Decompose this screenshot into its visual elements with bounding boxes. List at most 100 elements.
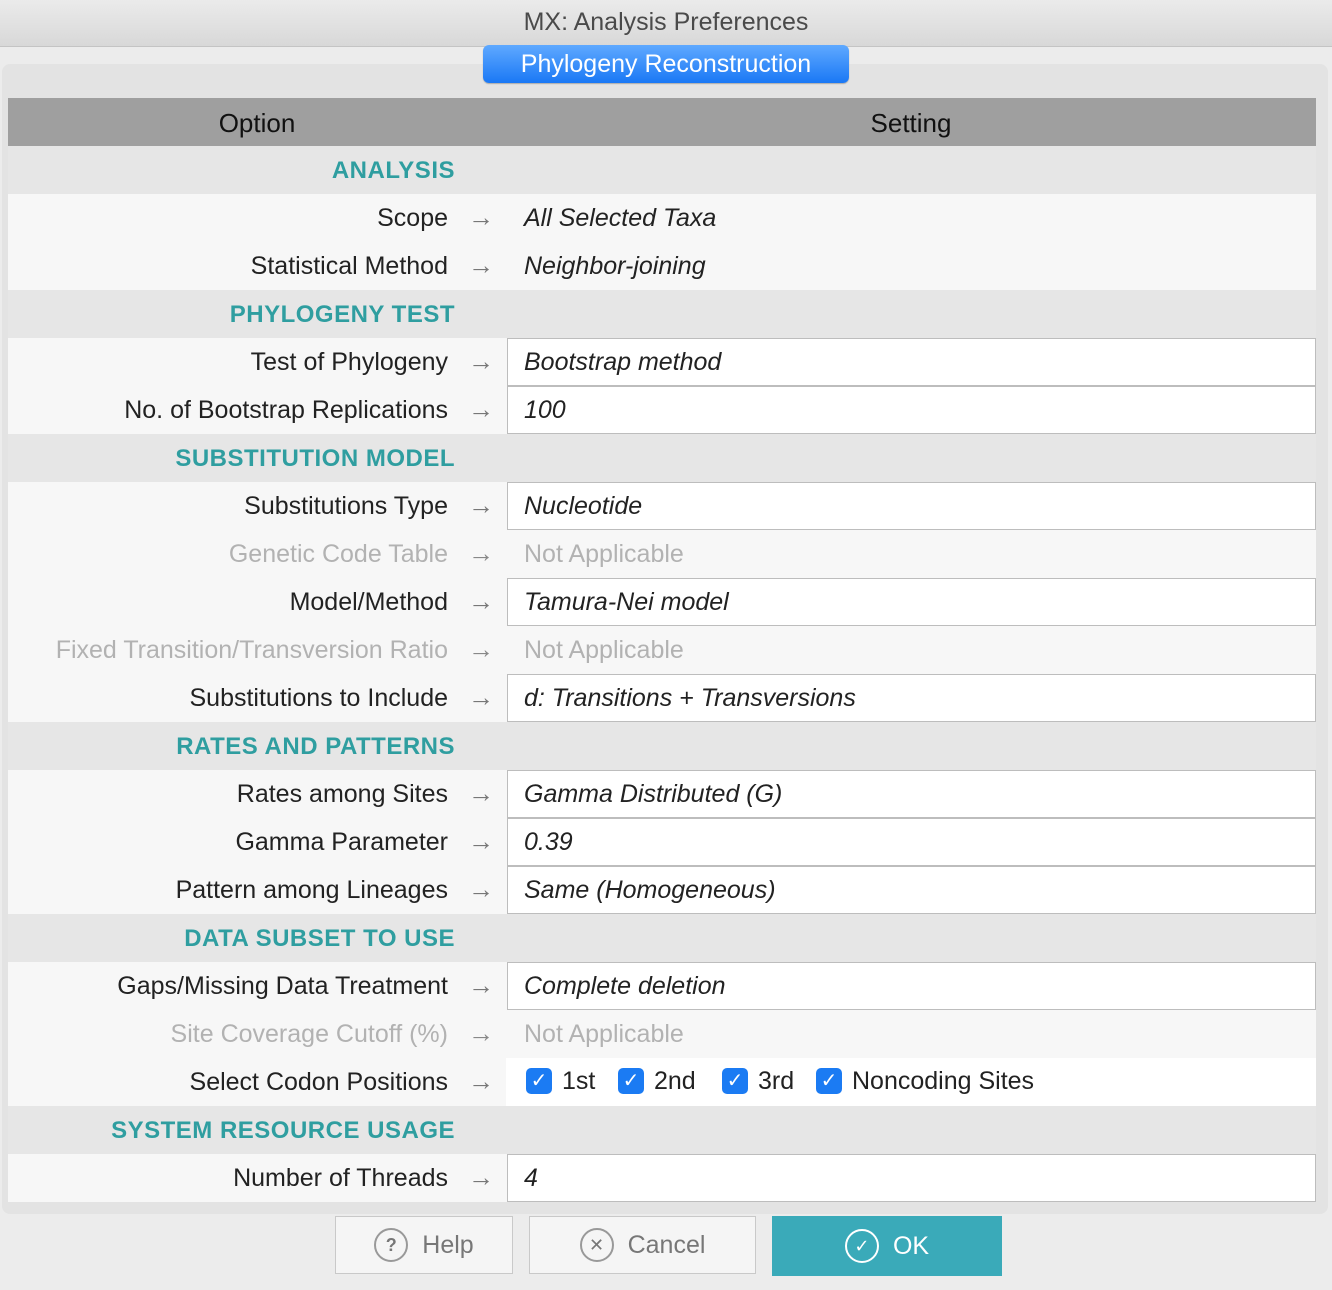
right-arrow-icon: → <box>468 1018 494 1048</box>
setting-value[interactable]: Complete deletion <box>524 972 726 1001</box>
option-label: Select Codon Positions <box>189 1068 448 1096</box>
tab-phylogeny-reconstruction[interactable]: Phylogeny Reconstruction <box>483 45 849 83</box>
setting-value[interactable]: 0.39 <box>524 828 573 857</box>
cancel-button[interactable]: ✕ Cancel <box>529 1216 756 1274</box>
option-row: Gamma Parameter → 0.39 <box>8 818 1316 866</box>
checkbox-icon[interactable]: ✓ <box>526 1068 552 1094</box>
setting-value[interactable]: Tamura-Nei model <box>524 588 729 617</box>
section-label: SYSTEM RESOURCE USAGE <box>111 1117 455 1144</box>
option-label: Substitutions Type <box>244 492 448 520</box>
question-icon: ? <box>374 1228 409 1262</box>
option-row: Gaps/Missing Data Treatment → Complete del… <box>8 962 1316 1010</box>
option-label: Fixed Transition/Transversion Ratio <box>55 636 448 664</box>
option-label: Genetic Code Table <box>228 540 448 568</box>
option-row: Statistical Method → Neighbor-joining <box>8 242 1316 290</box>
codon-checkbox[interactable]: ✓ 2nd <box>618 1067 696 1095</box>
section-header: RATES AND PATTERNS <box>8 722 1316 770</box>
setting-value[interactable]: 100 <box>524 396 566 425</box>
option-label: Number of Threads <box>233 1164 448 1192</box>
table-header: Option Setting <box>8 98 1316 146</box>
option-row: No. of Bootstrap Replications → 100 <box>8 386 1316 434</box>
check-icon: ✓ <box>844 1229 879 1263</box>
option-row: Site Coverage Cutoff (%) → Not Applicable <box>8 1010 1316 1058</box>
section-label: DATA SUBSET TO USE <box>184 925 455 952</box>
ok-button[interactable]: ✓ OK <box>772 1216 1002 1276</box>
section-header: SYSTEM RESOURCE USAGE <box>8 1106 1316 1154</box>
setting-field[interactable] <box>507 386 1316 434</box>
right-arrow-icon: → <box>468 778 494 808</box>
setting-value: All Selected Taxa <box>524 204 717 232</box>
setting-field[interactable] <box>507 818 1316 866</box>
checkbox-icon[interactable]: ✓ <box>618 1068 644 1094</box>
options-table: Option Setting ANALYSIS Scope → All Selecte… <box>8 98 1316 1202</box>
setting-value: Neighbor-joining <box>524 252 706 280</box>
codon-checkbox[interactable]: ✓ 3rd <box>722 1067 794 1095</box>
right-arrow-icon: → <box>468 394 494 424</box>
right-arrow-icon: → <box>468 1162 494 1192</box>
section-label: RATES AND PATTERNS <box>176 733 455 760</box>
right-arrow-icon: → <box>468 346 494 376</box>
right-arrow-icon: → <box>468 250 494 280</box>
header-option: Option <box>218 108 296 138</box>
option-label: Model/Method <box>289 588 448 616</box>
cancel-button-label: Cancel <box>627 1230 706 1259</box>
codon-checkbox-label: 3rd <box>758 1066 795 1095</box>
option-label: Scope <box>377 204 448 232</box>
setting-value[interactable]: Same (Homogeneous) <box>524 876 776 905</box>
option-label: No. of Bootstrap Replications <box>124 396 448 424</box>
right-arrow-icon: → <box>468 1066 494 1096</box>
option-label: Test of Phylogeny <box>250 348 448 376</box>
setting-value[interactable]: Gamma Distributed (G) <box>524 780 782 809</box>
setting-value[interactable]: Bootstrap method <box>524 348 721 377</box>
option-row: Number of Threads → 4 <box>8 1154 1316 1202</box>
header-setting: Setting <box>870 108 952 138</box>
help-button-label: Help <box>422 1230 474 1259</box>
option-row: Genetic Code Table → Not Applicable <box>8 530 1316 578</box>
button-bar: ? Help ✕ Cancel ✓ OK <box>0 1212 1332 1290</box>
right-arrow-icon: → <box>468 874 494 904</box>
right-arrow-icon: → <box>468 970 494 1000</box>
option-row: Test of Phylogeny → Bootstrap method <box>8 338 1316 386</box>
section-header: ANALYSIS <box>8 146 1316 194</box>
option-label: Rates among Sites <box>236 780 448 808</box>
help-button[interactable]: ? Help <box>335 1216 513 1274</box>
option-row: Model/Method → Tamura-Nei model <box>8 578 1316 626</box>
analysis-preferences-window: MX: Analysis Preferences Phylogeny Recon… <box>0 0 1332 1290</box>
checkbox-icon[interactable]: ✓ <box>816 1068 842 1094</box>
setting-value[interactable]: d: Transitions + Transversions <box>524 684 856 713</box>
section-header: PHYLOGENY TEST <box>8 290 1316 338</box>
option-row: Fixed Transition/Transversion Ratio → Not … <box>8 626 1316 674</box>
tab-bar: Phylogeny Reconstruction <box>0 44 1332 88</box>
right-arrow-icon: → <box>468 682 494 712</box>
right-arrow-icon: → <box>468 202 494 232</box>
checkbox-icon[interactable]: ✓ <box>722 1068 748 1094</box>
codon-checkbox-label: Noncoding Sites <box>852 1066 1035 1095</box>
option-row: Substitutions to Include → d: Transitions … <box>8 674 1316 722</box>
option-row: Scope → All Selected Taxa <box>8 194 1316 242</box>
setting-field[interactable] <box>507 1154 1316 1202</box>
codon-checkbox[interactable]: ✓ 1st <box>526 1067 595 1095</box>
codon-checkbox-label: 2nd <box>654 1066 696 1095</box>
option-label: Gamma Parameter <box>235 828 448 856</box>
title-bar[interactable]: MX: Analysis Preferences <box>0 0 1332 47</box>
right-arrow-icon: → <box>468 826 494 856</box>
close-icon: ✕ <box>579 1228 614 1262</box>
window-title: MX: Analysis Preferences <box>523 8 809 36</box>
section-label: SUBSTITUTION MODEL <box>175 445 455 472</box>
setting-value[interactable]: 4 <box>524 1164 538 1193</box>
section-header: SUBSTITUTION MODEL <box>8 434 1316 482</box>
option-label: Substitutions to Include <box>189 684 449 712</box>
setting-value: Not Applicable <box>524 636 684 664</box>
option-row: Pattern among Lineages → Same (Homogeneous… <box>8 866 1316 914</box>
option-label: Statistical Method <box>250 252 448 280</box>
option-label: Site Coverage Cutoff (%) <box>170 1020 448 1048</box>
option-row: Rates among Sites → Gamma Distributed (G) <box>8 770 1316 818</box>
section-label: PHYLOGENY TEST <box>229 301 455 328</box>
codon-checkbox[interactable]: ✓ Noncoding Sites <box>816 1067 1034 1095</box>
setting-value[interactable]: Nucleotide <box>524 492 642 521</box>
option-label: Pattern among Lineages <box>175 876 448 904</box>
setting-value: Not Applicable <box>524 1020 684 1048</box>
section-label: ANALYSIS <box>331 157 455 184</box>
right-arrow-icon: → <box>468 586 494 616</box>
right-arrow-icon: → <box>468 538 494 568</box>
